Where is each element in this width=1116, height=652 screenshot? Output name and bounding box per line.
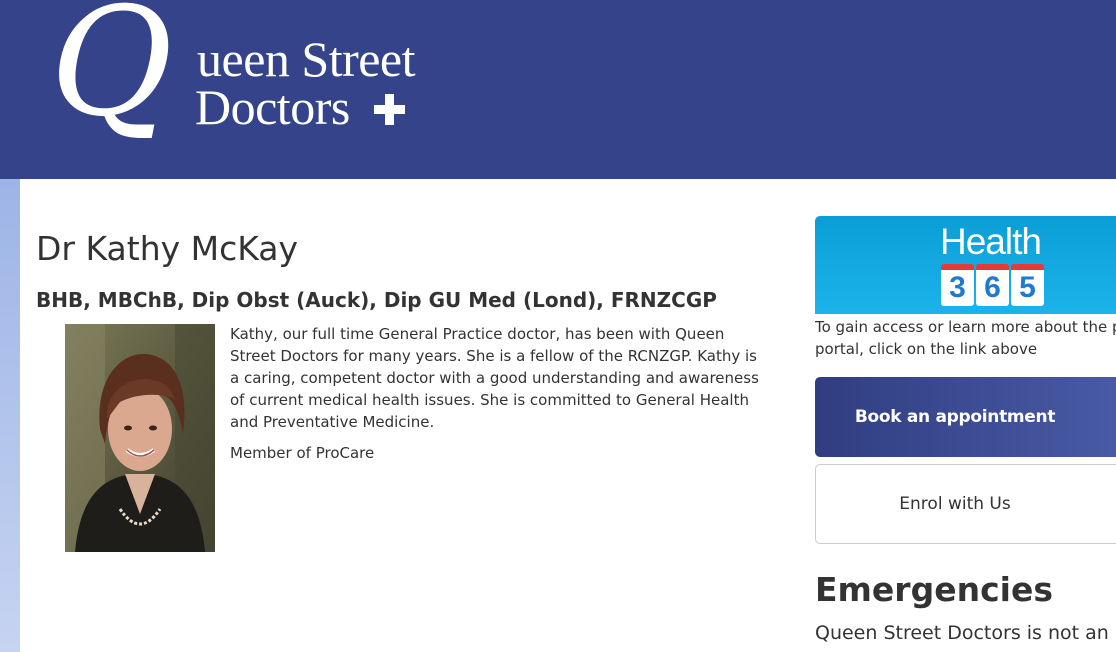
health365-title: Health xyxy=(940,221,1042,262)
bio-paragraph: Kathy, our full time General Practice do… xyxy=(230,325,759,431)
main-content: Dr Kathy McKay BHB, MBChB, Dip Obst (Auc… xyxy=(36,179,796,652)
logo-line-queen-street: ueen Street xyxy=(197,31,416,87)
enrol-button[interactable]: Enrol with Us xyxy=(815,464,1116,544)
sidebar: Health 3 6 5 To gain access or learn mor… xyxy=(815,216,1116,652)
logo-q-letter: Q xyxy=(50,0,173,150)
health365-banner-link[interactable]: Health 3 6 5 xyxy=(815,216,1116,314)
portal-info-line: portal, click on the link above xyxy=(815,340,1038,358)
emergencies-heading: Emergencies xyxy=(815,570,1053,609)
doctor-portrait-image xyxy=(65,324,215,552)
doctor-photo xyxy=(65,324,215,552)
health365-digit: 5 xyxy=(1011,264,1044,306)
portal-info-line: To gain access or learn more about the p… xyxy=(815,318,1116,336)
health365-digit: 6 xyxy=(976,264,1009,306)
book-appointment-button[interactable]: Book an appointment xyxy=(815,377,1116,457)
plus-icon xyxy=(372,92,408,128)
left-accent-strip xyxy=(0,179,20,652)
doctor-qualifications: BHB, MBChB, Dip Obst (Auck), Dip GU Med … xyxy=(36,288,717,312)
doctor-name: Dr Kathy McKay xyxy=(36,229,299,268)
portal-info-text: To gain access or learn more about the p… xyxy=(815,316,1116,360)
health365-digit: 3 xyxy=(941,264,974,306)
membership-text: Member of ProCare xyxy=(230,444,375,462)
emergencies-text: Queen Street Doctors is not an xyxy=(815,622,1109,644)
doctor-bio: Kathy, our full time General Practice do… xyxy=(230,323,770,473)
site-logo[interactable]: Q ueen Street Doctors xyxy=(45,0,445,153)
health365-digits: 3 6 5 xyxy=(941,264,1044,306)
logo-line-doctors: Doctors xyxy=(195,79,350,135)
site-header: Q ueen Street Doctors xyxy=(0,0,1116,179)
